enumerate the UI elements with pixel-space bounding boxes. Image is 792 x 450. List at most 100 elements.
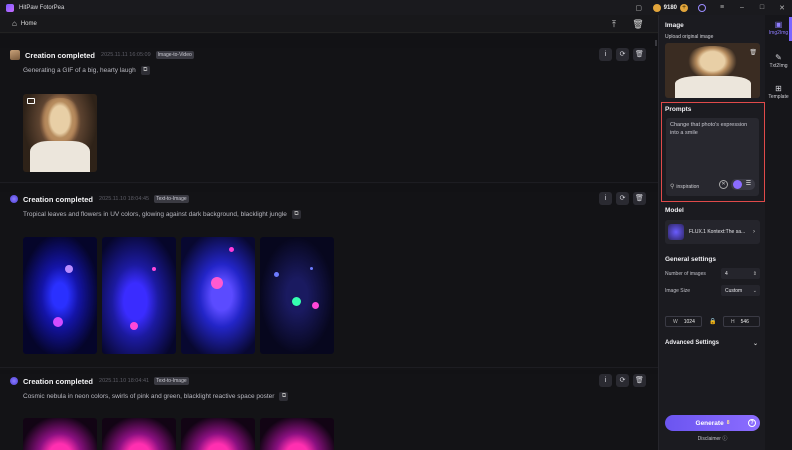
image-section-label: Image (665, 22, 684, 29)
image-size-row: Image Size Custom ⌄ (665, 285, 760, 296)
delete-icon[interactable]: 🗑 (633, 192, 646, 205)
chevron-down-icon: ⌄ (752, 340, 758, 347)
creation-card: Creation completed 2025.11.10 18:04:41 T… (0, 374, 658, 450)
copy-prompt-icon[interactable]: ⧉ (291, 210, 301, 219)
rail-item-template[interactable]: ⊞ Template (765, 84, 792, 100)
width-value[interactable]: 1024 (684, 319, 695, 325)
trash-all-icon[interactable]: 🗑 (632, 18, 644, 30)
clear-prompt-icon[interactable]: ✕ (719, 180, 728, 189)
app-logo (6, 3, 14, 12)
info-icon[interactable]: i (599, 48, 612, 61)
uploaded-image[interactable] (665, 43, 760, 98)
regenerate-icon[interactable]: ⟳ (616, 48, 629, 61)
help-icon[interactable]: ? (748, 419, 756, 427)
inspiration-label: inspiration (676, 183, 700, 190)
info-icon[interactable]: i (599, 374, 612, 387)
credits-pill[interactable]: 9180 + (652, 3, 688, 12)
bulb-icon: ⚲ (670, 184, 675, 190)
regenerate-icon[interactable]: ⟳ (616, 374, 629, 387)
result-image[interactable] (260, 418, 334, 450)
card-prompt: Cosmic nebula in neon colors, swirls of … (23, 393, 275, 400)
card-type-tag: Text-to-Image (154, 195, 189, 203)
image-size-select[interactable]: Custom ⌄ (721, 285, 760, 296)
prompt-input[interactable]: Change that photo's expression into a sm… (666, 118, 759, 196)
result-image[interactable] (23, 418, 97, 450)
export-icon[interactable]: ⤒ (608, 18, 620, 30)
creation-card: Creation completed 2025.11.11 16:05:09 I… (0, 48, 658, 184)
card-time: 2025.11.10 18:04:41 (99, 378, 150, 384)
home-bar: ⌂ Home ⤒ 🗑 (0, 15, 658, 33)
num-images-label: Number of images (665, 270, 706, 277)
result-image[interactable] (260, 237, 334, 354)
remove-image-icon[interactable]: 🗑 (749, 49, 757, 56)
width-input[interactable]: W 1024 (665, 316, 702, 327)
prompts-label: Prompts (665, 106, 692, 113)
disclaimer-link[interactable]: Disclaimer ⓘ (659, 435, 766, 442)
chevron-right-icon: › (753, 229, 755, 235)
creation-feed[interactable]: Creation completed 2025.11.11 16:05:09 I… (0, 34, 658, 450)
height-key: H (731, 318, 735, 325)
coin-icon (652, 3, 661, 12)
result-image[interactable] (181, 418, 255, 450)
inspiration-button[interactable]: ⚲ inspiration (670, 183, 700, 191)
feed-scrollbar[interactable] (655, 40, 657, 46)
image-size-label: Image Size (665, 287, 691, 294)
card-type-tag: Text-to-Image (154, 377, 189, 385)
result-image[interactable] (102, 418, 176, 450)
maximize-icon[interactable]: □ (755, 1, 769, 15)
divider (0, 182, 658, 183)
height-value[interactable]: 546 (741, 319, 749, 325)
card-time: 2025.11.10 18:04:45 (99, 196, 150, 202)
generate-button[interactable]: Generate 8 ? (665, 415, 760, 431)
result-image[interactable] (181, 237, 255, 354)
model-name: FLUX.1 Kontext:The sa... (689, 229, 746, 235)
user-avatar-icon[interactable] (695, 1, 709, 15)
video-icon (27, 98, 35, 104)
mode-rail: ▣ Img2Img ✎ Txt2Img ⊞ Template (765, 15, 792, 450)
result-video-thumb[interactable] (23, 94, 97, 172)
model-thumb (668, 224, 684, 240)
rail-item-txt2img[interactable]: ✎ Txt2Img (765, 53, 792, 69)
result-image[interactable] (102, 237, 176, 354)
result-image[interactable] (23, 237, 97, 354)
info-icon[interactable]: i (599, 192, 612, 205)
num-images-row: Number of images 4 ⇕ (665, 268, 760, 279)
text-to-image-icon (10, 195, 18, 203)
home-link[interactable]: Home (21, 21, 37, 27)
copy-prompt-icon[interactable]: ⧉ (140, 66, 150, 75)
text-to-image-icon (10, 377, 18, 385)
title-bar-controls: ▢ 9180 + ≡ – □ ✕ (629, 0, 792, 15)
stepper-arrows-icon[interactable]: ⇕ (753, 271, 757, 277)
advanced-settings-label: Advanced Settings (665, 340, 720, 346)
rail-label: Img2Img (768, 30, 789, 36)
prompt-assistant-icon[interactable] (733, 180, 742, 189)
menu-icon[interactable]: ≡ (715, 1, 729, 15)
credits-value: 9180 (663, 4, 677, 11)
prompt-list-icon[interactable]: ☰ (744, 180, 753, 189)
message-icon[interactable]: ▢ (632, 1, 646, 15)
regenerate-icon[interactable]: ⟳ (616, 192, 629, 205)
prompt-text[interactable]: Change that photo's expression into a sm… (670, 122, 755, 138)
copy-prompt-icon[interactable]: ⧉ (279, 392, 289, 401)
delete-icon[interactable]: 🗑 (633, 374, 646, 387)
home-icon[interactable]: ⌂ (12, 19, 17, 28)
grid-icon: ⊞ (775, 84, 782, 93)
card-prompt: Generating a GIF of a big, hearty laugh (23, 67, 136, 74)
close-icon[interactable]: ✕ (775, 1, 789, 15)
model-selector[interactable]: FLUX.1 Kontext:The sa... › (665, 220, 760, 244)
title-bar: HitPaw FotorPea ▢ 9180 + ≡ – □ ✕ (0, 0, 792, 15)
delete-icon[interactable]: 🗑 (633, 48, 646, 61)
rail-label: Template (768, 94, 789, 100)
rail-item-img2img[interactable]: ▣ Img2Img (765, 20, 792, 36)
num-images-value: 4 (725, 270, 728, 277)
minimize-icon[interactable]: – (735, 1, 749, 15)
image-icon: ▣ (774, 20, 783, 29)
num-images-stepper[interactable]: 4 ⇕ (721, 268, 760, 279)
image-size-value: Custom (725, 287, 743, 294)
advanced-settings-toggle[interactable]: Advanced Settings ⌄ (665, 340, 760, 347)
card-prompt: Tropical leaves and flowers in UV colors… (23, 211, 287, 218)
add-credits-icon[interactable]: + (680, 3, 688, 12)
height-input[interactable]: H 546 (723, 316, 760, 327)
lock-icon[interactable]: 🔒 (709, 318, 716, 325)
generate-label: Generate (695, 419, 724, 427)
